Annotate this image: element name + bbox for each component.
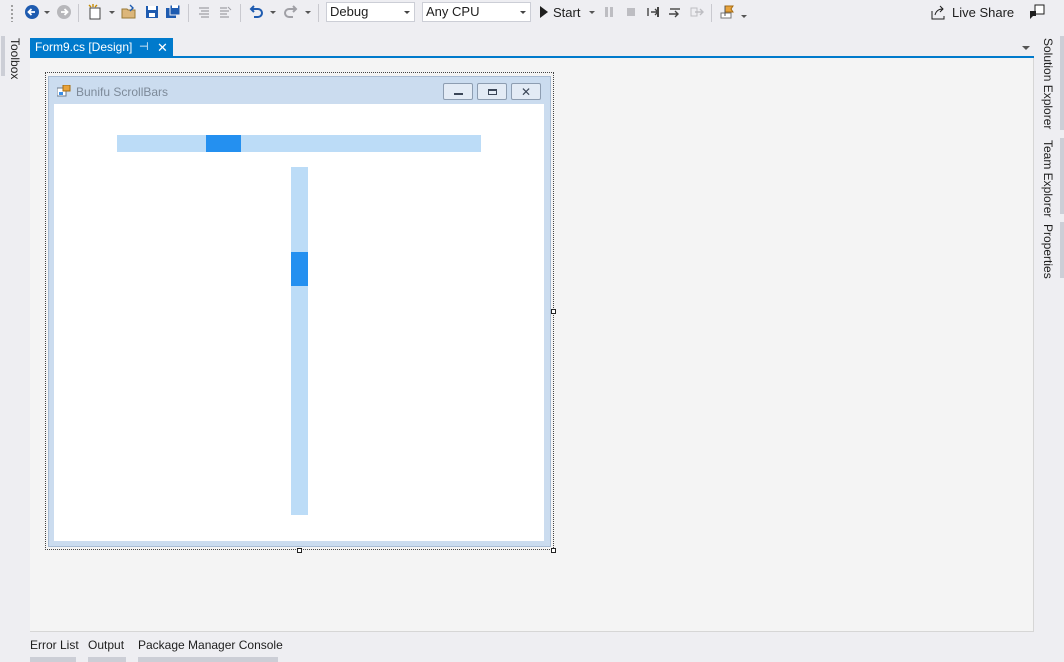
team-explorer-tab-bar [1060, 138, 1064, 214]
toolbar-separator [318, 4, 319, 22]
resize-handle-right[interactable] [551, 309, 556, 314]
solution-explorer-tab[interactable]: Solution Explorer [1041, 38, 1055, 129]
minimize-button[interactable] [443, 83, 473, 100]
new-project-icon[interactable] [86, 3, 104, 21]
close-icon[interactable]: ✕ [157, 38, 168, 57]
start-button[interactable]: Start [540, 3, 580, 21]
comment-lines-icon[interactable] [195, 3, 213, 21]
save-all-icon[interactable] [164, 3, 182, 21]
start-label: Start [553, 4, 581, 20]
toolbar-separator [78, 4, 79, 22]
toolbar-overflow-dropdown[interactable] [740, 10, 748, 22]
vertical-scrollbar[interactable] [291, 167, 308, 515]
platform-select[interactable]: Any CPU [422, 2, 531, 22]
stop-icon[interactable] [622, 3, 640, 21]
toolbar-separator [188, 4, 189, 22]
solution-explorer-tab-bar [1060, 36, 1064, 130]
close-icon: ✕ [520, 84, 532, 99]
minimize-icon [453, 93, 463, 95]
properties-tab[interactable]: Properties [1041, 224, 1055, 279]
uncomment-lines-icon[interactable] [216, 3, 234, 21]
tab-list-dropdown-icon[interactable] [1022, 44, 1030, 52]
toolbar-grip[interactable] [10, 4, 14, 22]
navigate-back-icon[interactable] [23, 3, 41, 21]
package-manager-console-tab[interactable]: Package Manager Console [138, 638, 283, 652]
toolbar-separator [711, 4, 712, 22]
resize-handle-bottom[interactable] [297, 548, 302, 553]
form-icon [56, 84, 71, 99]
error-list-tab-bar [30, 657, 76, 662]
chevron-down-icon [404, 11, 410, 14]
bookmark-flag-icon[interactable] [719, 3, 737, 21]
play-icon [540, 6, 548, 18]
close-button[interactable]: ✕ [511, 83, 541, 100]
package-manager-console-tab-bar [138, 657, 278, 662]
error-list-tab[interactable]: Error List [30, 638, 79, 652]
save-icon[interactable] [143, 3, 161, 21]
right-tool-strip: Solution Explorer Team Explorer Properti… [1034, 26, 1064, 662]
open-file-icon[interactable] [120, 3, 138, 21]
navigate-back-dropdown[interactable] [43, 6, 51, 18]
start-dropdown[interactable] [588, 6, 596, 18]
redo-dropdown[interactable] [304, 6, 312, 18]
toolbox-tab-bar [1, 36, 5, 76]
new-project-dropdown[interactable] [108, 6, 116, 18]
left-tool-strip: Toolbox [0, 26, 30, 662]
vertical-scrollbar-thumb[interactable] [291, 252, 308, 286]
properties-tab-bar [1060, 222, 1064, 278]
output-tab-bar [88, 657, 126, 662]
undo-icon[interactable] [247, 3, 265, 21]
redo-icon[interactable] [282, 3, 300, 21]
horizontal-scrollbar-thumb[interactable] [206, 135, 241, 152]
pause-icon[interactable] [600, 3, 618, 21]
configuration-value: Debug [330, 4, 369, 19]
platform-value: Any CPU [426, 4, 480, 19]
tab-form9-design[interactable]: Form9.cs [Design] ⊣ ✕ [30, 38, 173, 57]
pin-icon[interactable]: ⊣ [139, 38, 149, 57]
navigate-forward-icon[interactable] [55, 3, 73, 21]
live-share-button[interactable]: Live Share [931, 3, 1014, 21]
share-icon [931, 5, 945, 19]
maximize-button[interactable] [477, 83, 507, 100]
configuration-select[interactable]: Debug [326, 2, 415, 22]
form-title: Bunifu ScrollBars [76, 85, 169, 99]
maximize-icon [487, 88, 497, 95]
toolbar-separator [240, 4, 241, 22]
resize-handle-corner[interactable] [551, 548, 556, 553]
live-share-label: Live Share [952, 4, 1015, 20]
step-over-icon[interactable] [666, 3, 684, 21]
main-toolbar: Debug Any CPU Start Live Share [0, 0, 1064, 26]
undo-dropdown[interactable] [269, 6, 277, 18]
toolbox-tab[interactable]: Toolbox [8, 38, 22, 79]
chevron-down-icon [520, 11, 526, 14]
horizontal-scrollbar[interactable] [117, 135, 481, 152]
tab-title: Form9.cs [Design] [35, 40, 133, 54]
step-out-icon[interactable] [688, 3, 706, 21]
step-into-icon[interactable] [644, 3, 662, 21]
team-explorer-tab[interactable]: Team Explorer [1041, 140, 1055, 217]
feedback-icon[interactable] [1028, 3, 1046, 21]
output-tab[interactable]: Output [88, 638, 124, 652]
